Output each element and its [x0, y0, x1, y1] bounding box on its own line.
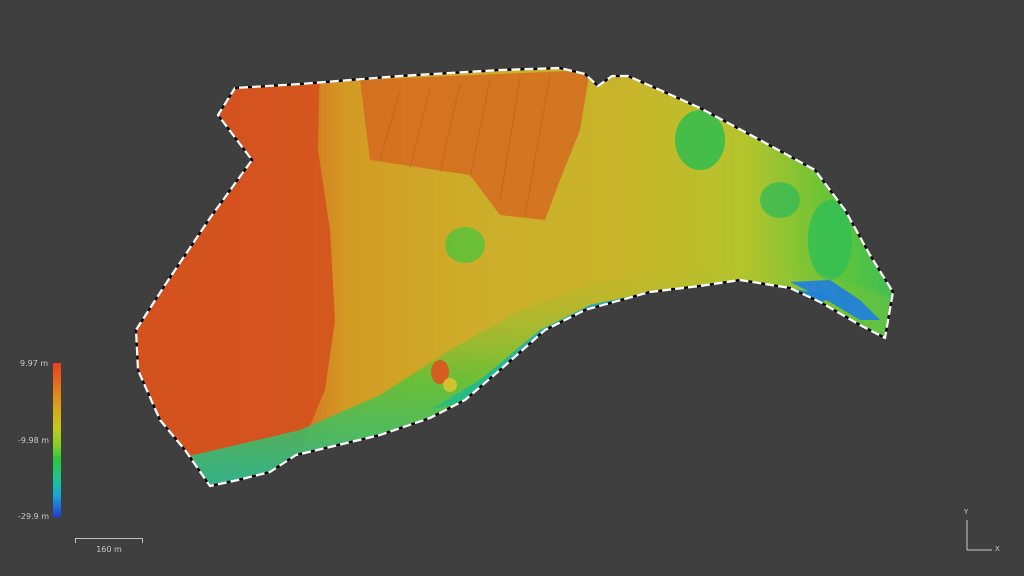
legend-mid-label: -9.98 m [18, 436, 50, 445]
axis-x-label: X [995, 545, 1000, 553]
scale-label: 160 m [96, 545, 122, 554]
axis-y-label: Y [964, 508, 969, 516]
map-viewport[interactable]: 9.97 m -9.98 m -29.9 m 160 m Y X [0, 0, 1024, 576]
legend-max-label: 9.97 m [20, 359, 49, 368]
legend-min-label: -29.9 m [18, 512, 50, 521]
colorbar [53, 363, 61, 517]
scale-bar [75, 538, 143, 543]
elevation-map[interactable] [0, 0, 1024, 576]
elevation-surface [136, 68, 893, 486]
axis-gizmo: Y X [962, 508, 1002, 554]
